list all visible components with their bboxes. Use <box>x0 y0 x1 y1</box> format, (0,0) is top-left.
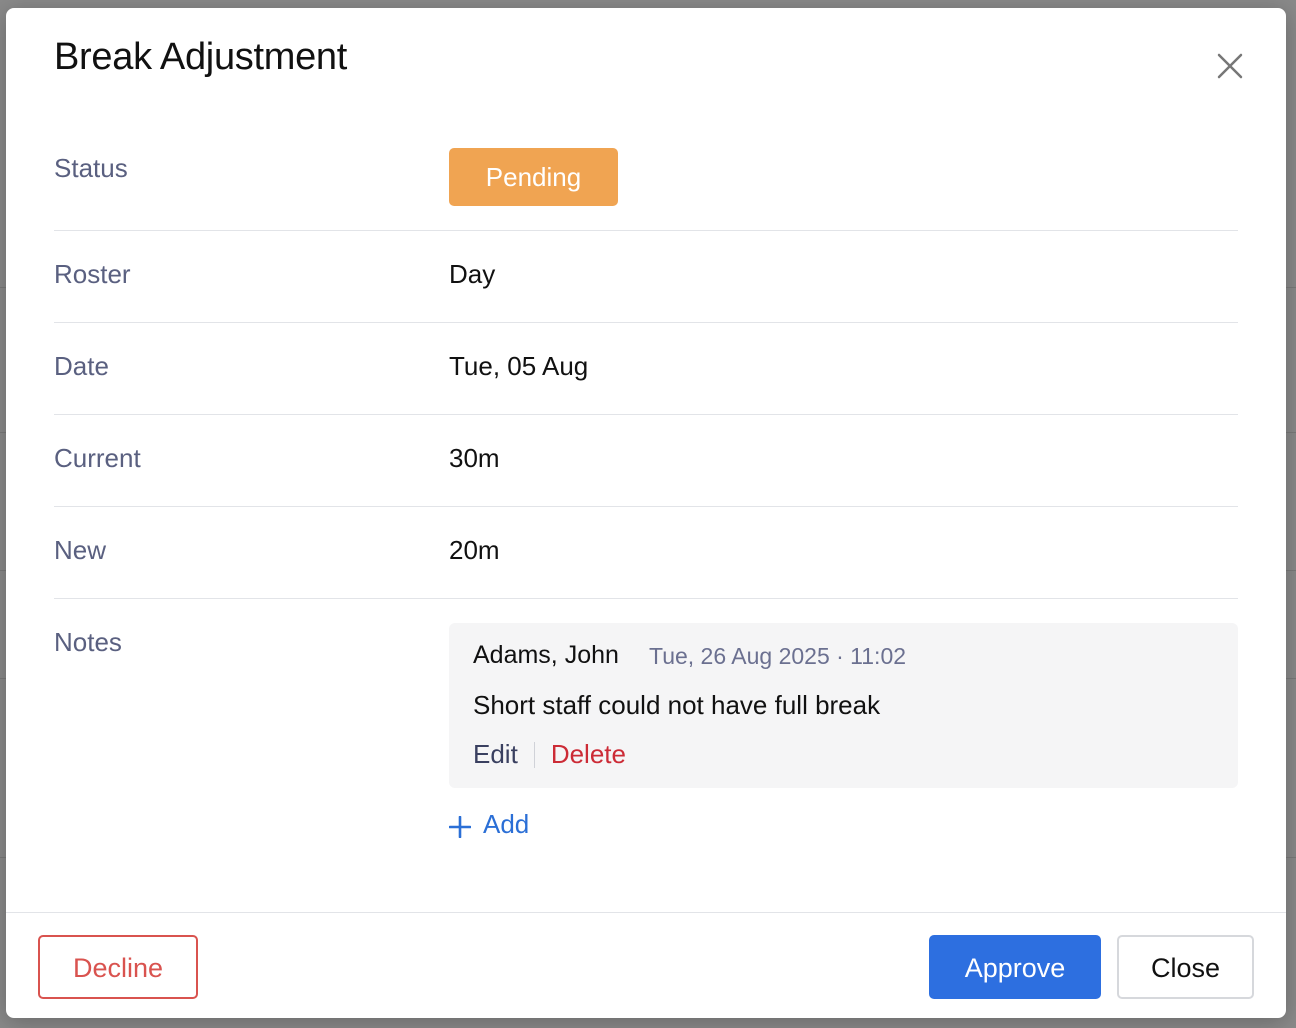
plus-icon <box>448 814 472 838</box>
close-button[interactable]: Close <box>1117 935 1254 999</box>
delete-note-link[interactable]: Delete <box>551 739 626 770</box>
status-row: Status Pending <box>54 126 1238 231</box>
new-value: 20m <box>449 535 500 565</box>
note-timestamp: Tue, 26 Aug 2025 · 11:02 <box>649 643 907 669</box>
action-separator <box>533 741 535 768</box>
roster-label: Roster <box>54 259 131 289</box>
date-label: Date <box>54 351 109 381</box>
new-label: New <box>54 535 107 565</box>
detail-rows: Status Pending Roster Day Date Tue, 05 A… <box>54 126 1238 859</box>
approve-button[interactable]: Approve <box>929 935 1101 999</box>
notes-label: Notes <box>54 627 122 657</box>
note-actions: Edit Delete <box>473 739 626 770</box>
date-value: Tue, 05 Aug <box>449 351 589 381</box>
notes-row: Notes Adams, John Tue, 26 Aug 2025 · 11:… <box>54 599 1238 859</box>
dialog-title: Break Adjustment <box>54 36 348 78</box>
roster-row: Roster Day <box>54 231 1238 323</box>
decline-button[interactable]: Decline <box>38 935 198 999</box>
date-row: Date Tue, 05 Aug <box>54 323 1238 415</box>
current-value: 30m <box>449 443 500 473</box>
edit-note-link[interactable]: Edit <box>473 739 518 770</box>
break-adjustment-dialog: Break Adjustment Status Pending Roster D… <box>6 8 1286 1018</box>
current-label: Current <box>54 443 141 473</box>
note-card: Adams, John Tue, 26 Aug 2025 · 11:02 Sho… <box>449 623 1238 788</box>
roster-value: Day <box>449 259 496 289</box>
dialog-footer: Decline Approve Close <box>6 912 1286 1018</box>
add-note-link[interactable]: Add <box>448 809 530 840</box>
close-icon[interactable] <box>1212 48 1248 84</box>
add-label: Add <box>483 809 530 839</box>
new-row: New 20m <box>54 507 1238 599</box>
note-text: Short staff could not have full break <box>473 690 881 720</box>
status-badge: Pending <box>449 148 618 206</box>
status-label: Status <box>54 153 128 183</box>
note-author: Adams, John <box>473 641 619 669</box>
current-row: Current 30m <box>54 415 1238 507</box>
